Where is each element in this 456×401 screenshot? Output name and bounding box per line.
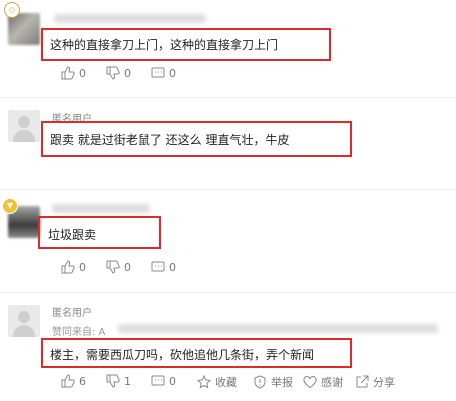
reply-count: 0 [169,260,176,274]
dislike-button[interactable]: 0 [106,66,131,80]
default-avatar-body [13,130,35,142]
like-count: 0 [79,66,86,80]
thumbs-up-icon [61,66,75,80]
like-count: 0 [79,260,86,274]
blurred-username [54,14,206,23]
comment-icon [151,261,165,272]
comment-item: ▼ 垃圾跟卖 0 0 0 [0,190,456,290]
username[interactable]: 匿名用户 [52,304,92,319]
reply-count: 0 [169,374,176,388]
comment-text: 这种的直接拿刀上门，这种的直接拿刀上门 [50,38,279,52]
like-button[interactable]: 0 [61,66,86,80]
blurred-reply-target [118,324,438,333]
comment-item: ◇ 这种的直接拿刀上门，这种的直接拿刀上门 0 0 0 [0,0,456,95]
reply-from: 赞同来自: A [52,327,106,338]
report-label: 举报 [271,376,293,389]
report-button[interactable]: 举报 [253,374,293,390]
like-count: 6 [79,374,86,388]
comment-icon [151,375,165,386]
level-badge-icon: ▼ [2,198,18,214]
shield-icon [254,375,266,389]
vip-badge-icon: ◇ [4,2,20,18]
avatar[interactable] [8,305,40,337]
dislike-button[interactable]: 0 [106,260,131,274]
like-button[interactable]: 0 [61,260,86,274]
thumbs-down-icon [106,66,120,80]
share-icon [356,375,369,388]
collect-button[interactable]: 收藏 [197,374,237,390]
thanks-label: 感谢 [321,376,343,389]
default-avatar-icon [18,311,30,323]
dislike-count: 0 [124,66,131,80]
like-button[interactable]: 6 [61,374,86,388]
dislike-count: 0 [124,260,131,274]
comment-text: 跟卖 就是过街老鼠了 还这么 理直气壮，牛皮 [50,133,290,147]
avatar[interactable] [8,110,40,142]
comment-item: 匿名用户 赞同来自: A 楼主，需要西瓜刀吗，砍他追他几条街，弄个新闻 6 1 … [0,293,456,401]
default-avatar-icon [18,116,30,128]
reply-button[interactable]: 0 [151,66,176,80]
reply-button[interactable]: 0 [151,374,176,388]
comment-icon [151,67,165,78]
default-avatar-body [13,325,35,337]
reply-button[interactable]: 0 [151,260,176,274]
share-button[interactable]: 分享 [355,374,395,390]
heart-icon [303,375,317,389]
thanks-button[interactable]: 感谢 [303,374,343,390]
collect-label: 收藏 [215,376,237,389]
thumbs-up-icon [61,260,75,274]
thumbs-down-icon [106,374,120,388]
dislike-button[interactable]: 1 [106,374,131,388]
comment-text: 垃圾跟卖 [48,228,97,242]
comment-item: 匿名用户 跟卖 就是过街老鼠了 还这么 理直气壮，牛皮 [0,98,456,188]
thumbs-down-icon [106,260,120,274]
comment-text: 楼主，需要西瓜刀吗，砍他追他几条街，弄个新闻 [50,348,315,362]
star-icon [197,375,211,389]
thumbs-up-icon [61,374,75,388]
share-label: 分享 [373,376,395,389]
dislike-count: 1 [124,374,131,388]
reply-count: 0 [169,66,176,80]
blurred-username [52,204,150,213]
